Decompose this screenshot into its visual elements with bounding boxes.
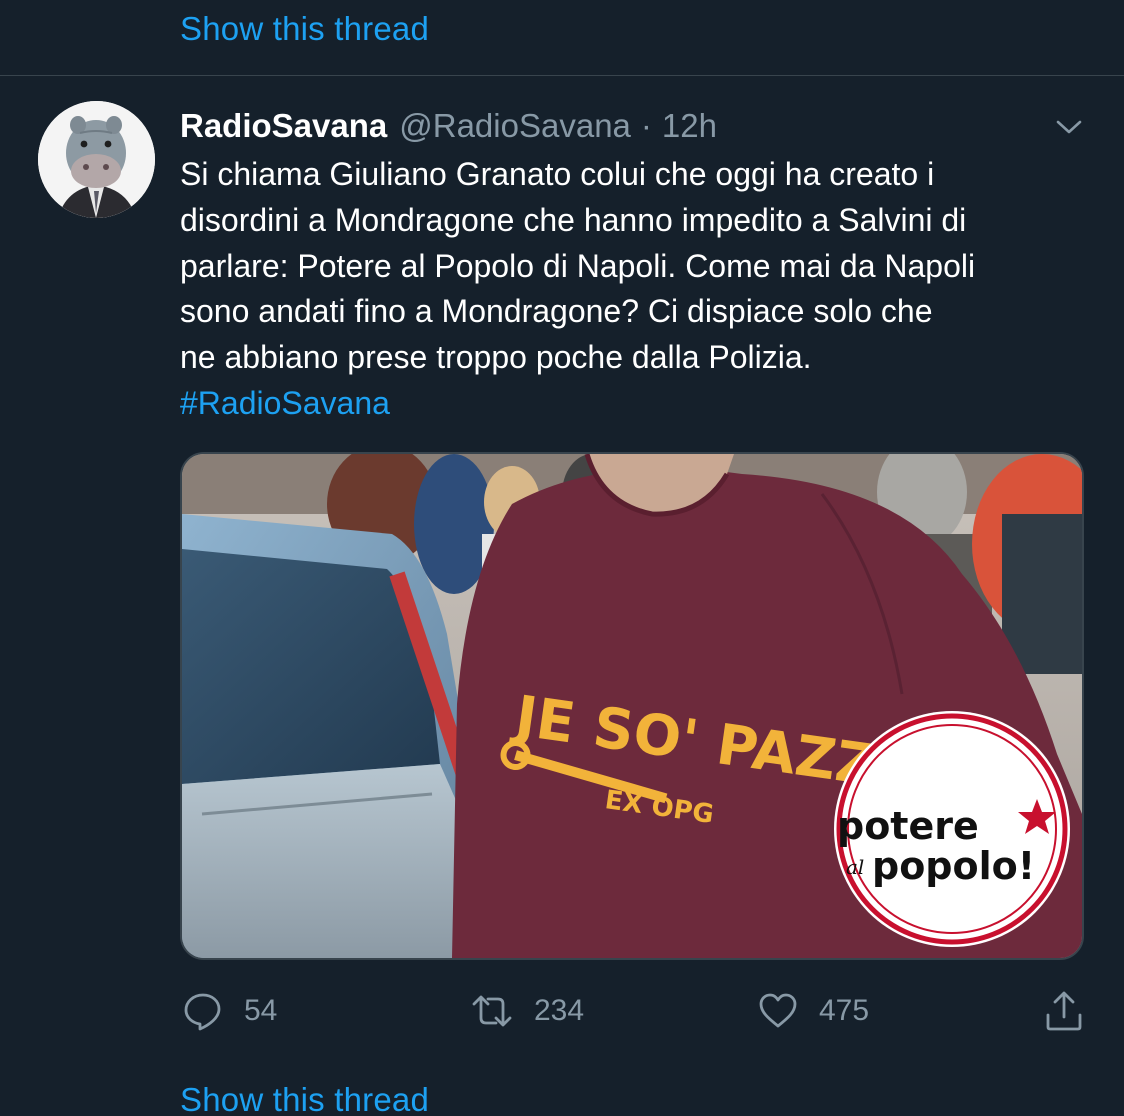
like-count: 475	[819, 994, 870, 1027]
like-button[interactable]: 475	[757, 986, 869, 1036]
tweet-header: RadioSavana @RadioSavana · 12h	[180, 106, 717, 146]
reply-button[interactable]: 54	[182, 986, 277, 1036]
display-name[interactable]: RadioSavana	[180, 107, 387, 145]
tweet-media-image[interactable]: JE SO' PAZZO EX OPG potere al popolo!	[180, 452, 1084, 960]
tweet-divider	[0, 75, 1124, 76]
timeline: Show this thread RadioSavana @RadioSavan…	[0, 0, 1124, 1116]
tweet-actions-bar: 54 234 475	[0, 986, 1124, 1036]
tweet-text-line: ne abbiano prese troppo poche dalla Poli…	[180, 339, 812, 376]
share-button[interactable]	[1043, 986, 1085, 1036]
avatar[interactable]	[38, 101, 155, 218]
show-thread-link-top[interactable]: Show this thread	[180, 10, 429, 48]
tweet-text-line: parlare: Potere al Popolo di Napoli. Com…	[180, 247, 976, 284]
user-handle[interactable]: @RadioSavana	[399, 107, 631, 145]
hippo-avatar-icon	[38, 101, 155, 218]
retweet-count: 234	[534, 994, 585, 1027]
tweet-timestamp[interactable]: 12h	[662, 107, 717, 145]
show-thread-link-bottom[interactable]: Show this thread	[180, 1081, 429, 1116]
tweet-text: Si chiama Giuliano Granato colui che ogg…	[180, 152, 1100, 427]
tweet-text-line: disordini a Mondragone che hanno impedit…	[180, 201, 967, 238]
logo-text-potere: potere	[837, 804, 979, 848]
reply-count: 54	[244, 994, 278, 1027]
heart-icon	[759, 993, 797, 1028]
photo-illustration: JE SO' PAZZO EX OPG potere al popolo!	[182, 454, 1082, 958]
tweet-text-line: sono andati fino a Mondragone? Ci dispia…	[180, 293, 933, 330]
potere-al-popolo-logo: potere al popolo!	[834, 711, 1070, 947]
logo-text-popolo: popolo!	[872, 844, 1035, 888]
logo-text-al: al	[846, 855, 864, 879]
tweet-text-line: Si chiama Giuliano Granato colui che ogg…	[180, 156, 935, 192]
chevron-down-icon	[1056, 120, 1082, 134]
reply-icon	[184, 993, 221, 1031]
hashtag-link[interactable]: #RadioSavana	[180, 381, 1100, 427]
retweet-icon	[472, 995, 512, 1027]
share-icon	[1046, 991, 1082, 1031]
header-separator: ·	[640, 107, 652, 144]
tweet-menu-button[interactable]	[1052, 112, 1086, 142]
retweet-button[interactable]: 234	[470, 986, 584, 1036]
